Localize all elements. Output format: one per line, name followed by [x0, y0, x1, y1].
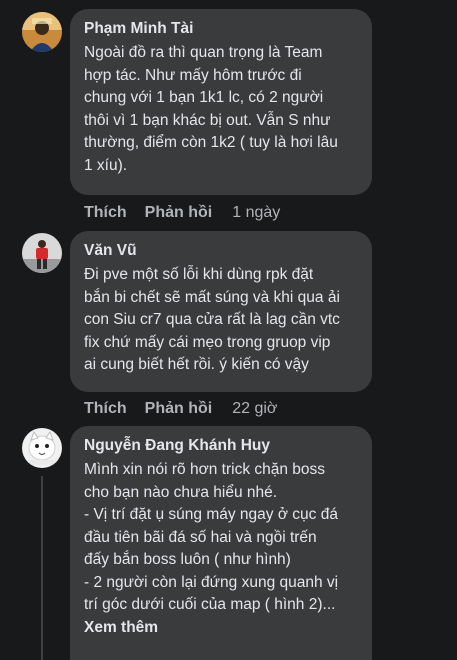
comment-text-line: đầu tiên bãi đá số hai và ngồi trến [84, 528, 317, 546]
comment-author[interactable]: Văn Vũ [84, 241, 358, 261]
comment-text-line: con Siu cr7 qua cửa rất là lag cần vtc [84, 311, 340, 328]
comment-bubble: Phạm Minh Tài Ngoài đồ ra thì quan trọng… [70, 9, 372, 195]
comment-actions: Thích Phản hồi 22 giờ [84, 399, 277, 419]
comment-text-line: trí góc dưới cuối của map ( hình 2)... [84, 596, 336, 613]
comment-text-line: Ngoài đồ ra thì quan trọng là Team [84, 44, 323, 61]
comment-text-line: bắn bi chết sẽ mất súng và khi qua ải [84, 288, 340, 306]
comment-text-line: cho bạn nào chưa hiểu nhé. [84, 483, 278, 501]
comment-bubble: Văn Vũ Đi pve một số lỗi khi dùng rpk đặ… [70, 231, 372, 392]
comment-actions: Thích Phản hồi 1 ngày [84, 203, 280, 223]
comment-author[interactable]: Nguyễn Đang Khánh Huy [84, 436, 358, 456]
comment-text-line: Mình xin nói rõ hơn trick chặn boss [84, 461, 326, 478]
comment-text-line: - Vị trí đặt ụ súng máy ngay ở cục đá [84, 506, 338, 523]
comment-bubble: Nguyễn Đang Khánh Huy Mình xin nói rõ hơ… [70, 426, 372, 660]
see-more-link[interactable]: Xem thêm [84, 617, 358, 639]
comment-text-line: - 2 người còn lại đứng xung quanh vị [84, 573, 339, 591]
like-button[interactable]: Thích [84, 204, 127, 221]
avatar-image [22, 428, 62, 468]
avatar-image [22, 233, 62, 273]
comment-text-line: Đi pve một số lỗi khi dùng rpk đặt [84, 266, 314, 283]
avatar[interactable] [22, 12, 62, 52]
comment-text-line: 1 xíu). [84, 156, 128, 174]
reply-thread-line [41, 476, 43, 660]
comment-text-line: đấy bắn boss luôn ( như hình) [84, 551, 291, 568]
avatar[interactable] [22, 428, 62, 468]
comment-timestamp[interactable]: 1 ngày [232, 204, 280, 221]
avatar[interactable] [22, 233, 62, 273]
comment-text-line: ai cung biết hết rồi. ý kiến có vậy [84, 356, 309, 373]
comment-text-line: thường, điểm còn 1k2 ( tuy là hơi lâu [84, 134, 338, 151]
like-button[interactable]: Thích [84, 400, 127, 417]
comment-text-line: thôi vì 1 bạn khác bị out. Vẫn S như [84, 111, 331, 129]
reply-button[interactable]: Phản hồi [145, 204, 213, 221]
comment-author[interactable]: Phạm Minh Tài [84, 19, 358, 39]
comment-text-line: chung với 1 bạn 1k1 lc, có 2 người [84, 89, 324, 106]
comment-text-line: hợp tác. Như mấy hôm trước đi [84, 66, 302, 84]
reply-button[interactable]: Phản hồi [145, 400, 213, 417]
avatar-image [22, 12, 62, 52]
comment-text-line: fix chứ mấy cái mẹo trong gruop vip [84, 333, 331, 351]
comment-timestamp[interactable]: 22 giờ [232, 400, 277, 417]
